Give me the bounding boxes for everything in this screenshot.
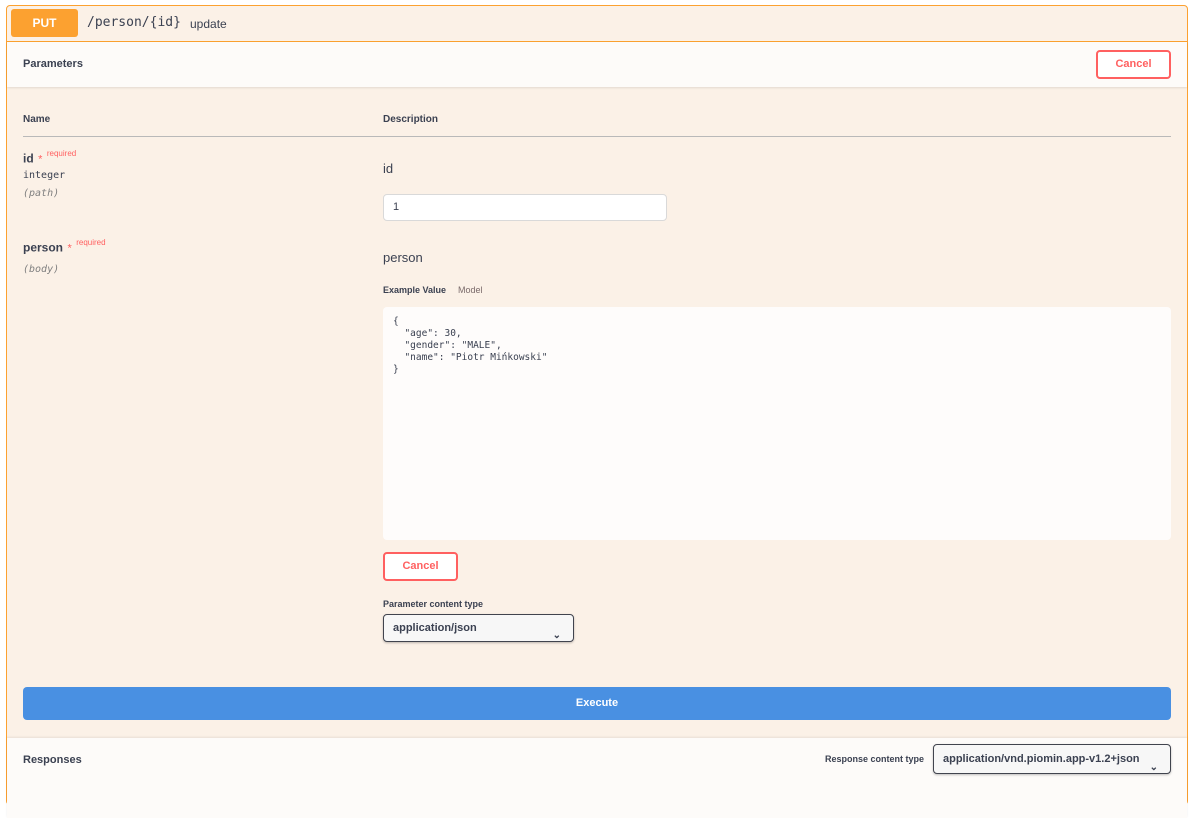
param-description: person (383, 250, 423, 265)
chevron-down-icon: ⌄ (552, 630, 561, 641)
execute-button[interactable]: Execute (23, 687, 1171, 720)
selected-value: application/vnd.piomin.app-v1.2+json (943, 753, 1140, 765)
parameter-content-type-label: Parameter content type (383, 599, 484, 609)
required-star: * (67, 242, 72, 255)
response-content-type-label: Response content type (825, 754, 925, 764)
response-content-type-select[interactable]: application/vnd.piomin.app-v1.2+json ⌄ (933, 744, 1171, 774)
param-in: (body) (23, 264, 60, 275)
chevron-down-icon: ⌄ (1149, 762, 1158, 773)
required-star: * (38, 153, 43, 166)
param-type: integer (23, 170, 66, 181)
operation-block: PUT /person/{id} update Parameters Cance… (6, 5, 1188, 818)
param-description: id (383, 161, 394, 176)
param-in: (path) (23, 188, 60, 199)
column-header-description: Description (383, 114, 439, 125)
param-person-name: person * required (23, 238, 106, 256)
method-badge: PUT (11, 9, 78, 37)
operation-summary: update (190, 17, 227, 31)
required-label: required (46, 149, 77, 158)
responses-header: Responses Response content type applicat… (7, 738, 1187, 818)
param-id-name: id * required (23, 149, 76, 167)
body-cancel-button[interactable]: Cancel (383, 552, 458, 581)
tab-model[interactable]: Model (458, 285, 483, 295)
tab-example-value[interactable]: Example Value (383, 285, 446, 295)
body-textarea[interactable]: { "age": 30, "gender": "MALE", "name": "… (383, 307, 1171, 540)
cancel-button[interactable]: Cancel (1096, 50, 1171, 79)
id-input[interactable]: 1 (383, 194, 667, 221)
column-header-name: Name (23, 114, 51, 125)
responses-title: Responses (23, 754, 82, 766)
parameter-content-type-select[interactable]: application/json ⌄ (383, 614, 574, 642)
parameters-title: Parameters (23, 58, 83, 70)
operation-header[interactable]: PUT /person/{id} update (7, 6, 1187, 42)
selected-value: application/json (393, 622, 477, 634)
param-name: id (23, 151, 34, 166)
header-divider (23, 136, 1171, 137)
operation-path: /person/{id} (87, 15, 181, 30)
param-name: person (23, 240, 64, 255)
required-label: required (76, 238, 106, 247)
parameters-header: Parameters Cancel (7, 42, 1187, 87)
